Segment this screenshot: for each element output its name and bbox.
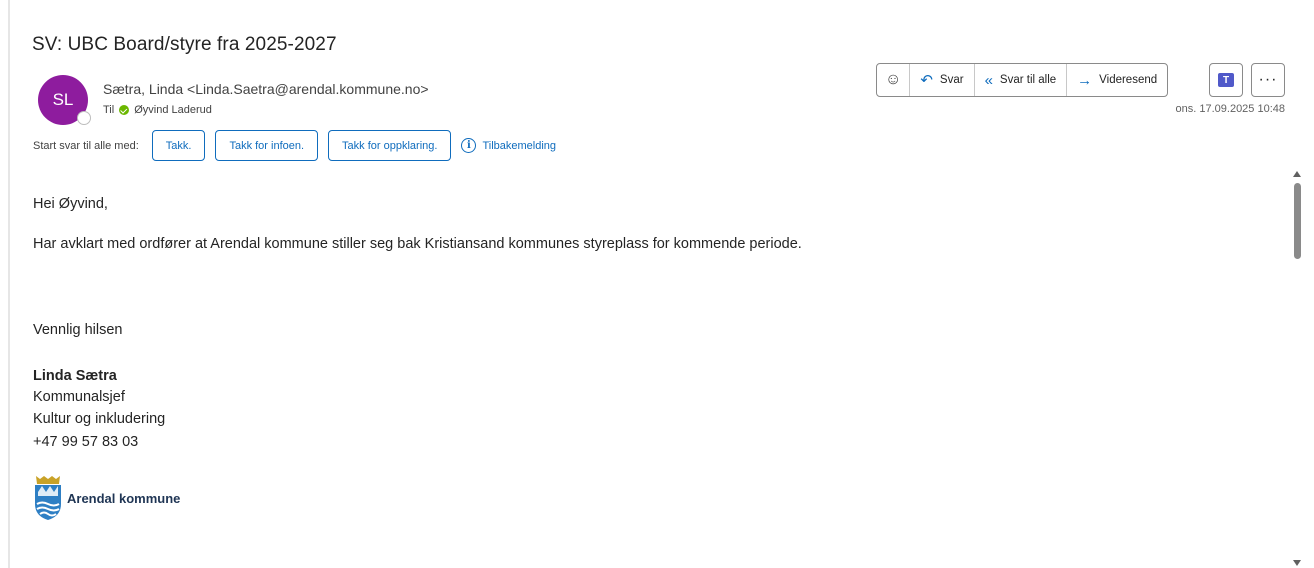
scrollbar[interactable] [1290,166,1306,568]
body-paragraph: Har avklart med ordfører at Arendal komm… [33,236,802,252]
signature-phone: +47 99 57 83 03 [33,434,139,450]
scroll-up-icon[interactable] [1293,171,1301,177]
suggested-reply-chip[interactable]: Takk for oppklaring. [328,130,452,161]
recipient-line: Til Øyvind Laderud [103,104,212,116]
scroll-thumb[interactable] [1294,183,1301,259]
signature-title: Kommunalsjef [33,389,125,405]
more-icon: ··· [1258,71,1278,88]
pane-divider [0,0,10,568]
reply-arrow-icon: ↶ [920,72,933,89]
suggested-reply-chip[interactable]: Takk. [151,130,206,161]
to-label: Til [103,104,115,116]
scroll-down-icon[interactable] [1293,560,1301,566]
reaction-button[interactable]: ☺ [877,64,911,96]
share-to-teams-button[interactable]: T [1209,63,1243,97]
email-subject: SV: UBC Board/styre fra 2025-2027 [32,34,337,55]
suggested-replies: Start svar til alle med: Takk. Takk for … [33,130,556,161]
greeting-text: Hei Øyvind, [33,196,108,212]
reply-all-arrow-icon: « [984,71,993,89]
signature-department: Kultur og inkludering [33,411,166,427]
logo-text: Arendal kommune [67,490,181,506]
reply-label: Svar [939,74,964,86]
signature-name: Linda Sætra [33,368,117,384]
closing-text: Vennlig hilsen [33,322,123,338]
feedback-label: Tilbakemelding [482,139,557,152]
avatar-initials: SL [52,90,74,109]
message-action-bar: ☺ ↶ Svar « Svar til alle → Videresend [876,63,1169,97]
feedback-link[interactable]: i Tilbakemelding [461,138,556,153]
arendal-logo: Arendal kommune [32,474,180,522]
emoji-icon: ☺ [885,71,902,88]
coat-of-arms-icon [35,476,61,520]
info-icon: i [461,138,477,153]
sender-from[interactable]: Sætra, Linda <Linda.Saetra@arendal.kommu… [103,81,429,97]
forward-label: Videresend [1099,74,1158,86]
recipient-name[interactable]: Øyvind Laderud [134,104,212,116]
message-date: ons. 17.09.2025 10:48 [1175,103,1285,115]
forward-button[interactable]: → Videresend [1067,64,1167,96]
presence-unknown-icon [77,111,91,125]
teams-icon: T [1218,73,1234,87]
reply-all-button[interactable]: « Svar til alle [975,64,1068,96]
suggested-reply-chip[interactable]: Takk for infoen. [215,130,319,161]
suggested-replies-label: Start svar til alle med: [33,139,139,152]
more-actions-button[interactable]: ··· [1251,63,1285,97]
forward-arrow-icon: → [1077,71,1093,89]
reply-button[interactable]: ↶ Svar [910,64,975,96]
reply-all-label: Svar til alle [999,74,1057,86]
presence-available-icon [119,105,130,115]
